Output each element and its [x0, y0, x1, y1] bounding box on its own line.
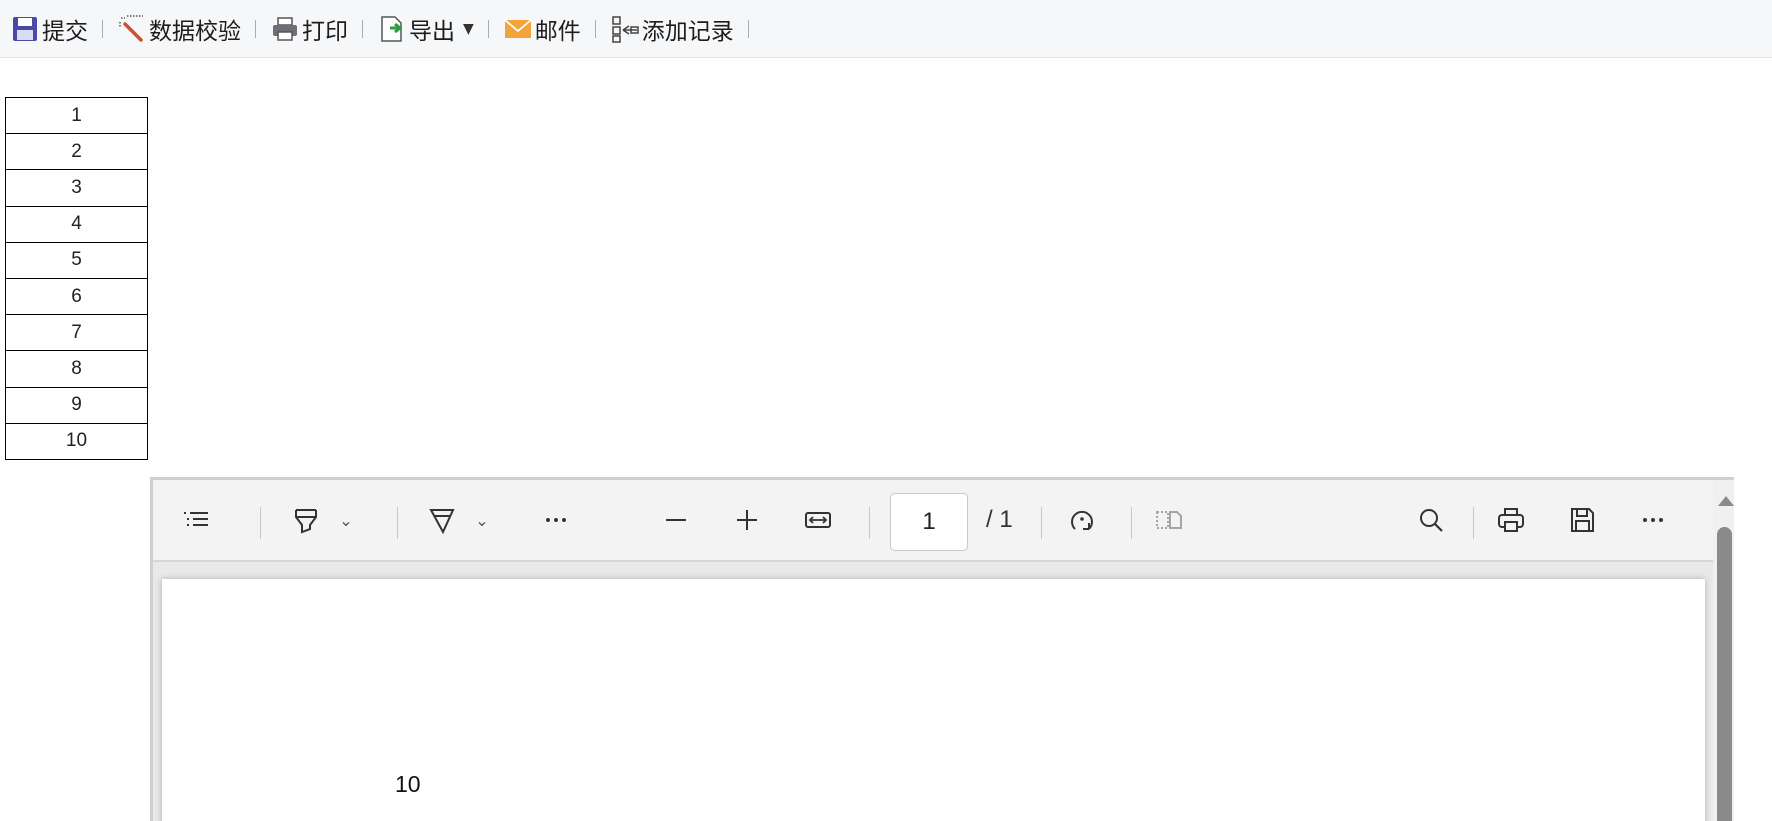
- chevron-down-icon: ⌄: [339, 510, 353, 530]
- highlight-icon: [295, 509, 318, 534]
- add-record-label: 添加记录: [641, 18, 734, 45]
- table-cell[interactable]: 3: [5, 169, 148, 207]
- table-row: 5: [5, 241, 148, 279]
- table-row: 10: [5, 422, 148, 460]
- two-page-icon: [1156, 511, 1182, 529]
- export-label: 导出: [409, 18, 455, 45]
- scroll-up-icon[interactable]: [1718, 496, 1734, 506]
- table-row: 2: [5, 133, 148, 171]
- save-pdf-button[interactable]: [1559, 480, 1605, 560]
- fit-width-icon: [805, 512, 831, 528]
- submit-label: 提交: [42, 18, 88, 45]
- chevron-down-icon: ⌄: [475, 510, 489, 530]
- draw-icon: [429, 509, 455, 535]
- table-row: 3: [5, 169, 148, 207]
- table-cell[interactable]: 1: [5, 96, 148, 135]
- validate-label: 数据校验: [149, 18, 241, 45]
- table-row: 9: [5, 386, 148, 424]
- pdf-viewer-toolbar: ⌄ ⌄ 1 / 1: [153, 480, 1713, 562]
- contents-icon: [184, 512, 208, 526]
- table-cell[interactable]: 5: [5, 241, 148, 279]
- save-icon: [13, 16, 37, 41]
- printer-icon: [273, 16, 297, 41]
- print-button[interactable]: 打印: [266, 9, 352, 49]
- page-number-input[interactable]: 1: [890, 493, 968, 551]
- table-row: 8: [5, 350, 148, 388]
- search-button[interactable]: [1408, 480, 1454, 560]
- export-button[interactable]: 导出 ▼: [373, 9, 478, 49]
- more-options-button[interactable]: [1630, 480, 1676, 560]
- table-cell[interactable]: 6: [5, 277, 148, 316]
- more-options-icon: [1643, 518, 1663, 522]
- table-cell[interactable]: 9: [5, 386, 148, 424]
- contents-button[interactable]: [175, 480, 217, 560]
- mail-label: 邮件: [534, 18, 581, 45]
- two-page-button[interactable]: [1146, 480, 1192, 560]
- toolbar-separator: [747, 19, 749, 38]
- scrollbar-thumb[interactable]: [1717, 527, 1732, 821]
- toolbar-separator: [260, 507, 261, 539]
- toolbar-separator: [487, 19, 489, 38]
- table-cell[interactable]: 10: [5, 422, 148, 460]
- table-cell[interactable]: 4: [5, 205, 148, 243]
- print-icon: [1498, 508, 1524, 532]
- table-row: 4: [5, 205, 148, 243]
- table-row: 7: [5, 314, 148, 352]
- rotate-icon: [1071, 510, 1093, 530]
- add-record-icon: [612, 15, 639, 43]
- print-label: 打印: [302, 18, 348, 45]
- zoom-in-button[interactable]: [724, 480, 770, 560]
- draw-button[interactable]: ⌄: [413, 480, 503, 560]
- zoom-out-button[interactable]: [653, 480, 699, 560]
- export-icon: [381, 15, 403, 42]
- toolbar-separator: [102, 19, 103, 38]
- toolbar-separator: [397, 507, 398, 539]
- zoom-out-icon: [666, 519, 686, 521]
- table-row: 6: [5, 277, 148, 316]
- validate-button[interactable]: 数据校验: [113, 9, 245, 49]
- table-row: 1: [5, 96, 148, 135]
- more-icon: [546, 518, 566, 522]
- highlight-button[interactable]: ⌄: [277, 480, 367, 560]
- more-tools-button[interactable]: [533, 480, 579, 560]
- report-toolbar: 提交 数据校验 打印 导出 ▼ 邮件 添加记录: [0, 0, 1772, 58]
- chevron-down-icon: ▼: [463, 20, 474, 37]
- envelope-icon: [504, 18, 532, 38]
- submit-button[interactable]: 提交: [6, 9, 92, 49]
- toolbar-separator: [1473, 507, 1474, 539]
- table-cell[interactable]: 2: [5, 133, 148, 171]
- table-cell[interactable]: 7: [5, 314, 148, 352]
- table-cell[interactable]: 8: [5, 350, 148, 388]
- pdf-page-text: 10: [395, 771, 421, 797]
- save-icon: [1571, 508, 1594, 532]
- magic-wand-icon: [119, 14, 143, 42]
- search-icon: [1420, 509, 1443, 532]
- fit-width-button[interactable]: [795, 480, 841, 560]
- pdf-viewer: ⌄ ⌄ 1 / 1 10: [150, 477, 1734, 821]
- rotate-button[interactable]: [1059, 480, 1105, 560]
- zoom-in-icon: [737, 510, 757, 530]
- toolbar-separator: [869, 507, 870, 539]
- vertical-scrollbar[interactable]: [1713, 480, 1734, 821]
- pdf-page: 10: [162, 579, 1705, 821]
- page-total: / 1: [986, 506, 1013, 533]
- mail-button[interactable]: 邮件: [499, 9, 585, 49]
- add-record-button[interactable]: 添加记录: [606, 9, 738, 49]
- toolbar-separator: [594, 19, 596, 38]
- row-number-table: 1 2 3 4 5 6 7 8 9 10: [5, 96, 148, 460]
- toolbar-separator: [362, 19, 363, 38]
- toolbar-separator: [1131, 507, 1132, 539]
- print-pdf-button[interactable]: [1488, 480, 1534, 560]
- toolbar-separator: [1041, 507, 1042, 539]
- toolbar-separator: [255, 19, 256, 38]
